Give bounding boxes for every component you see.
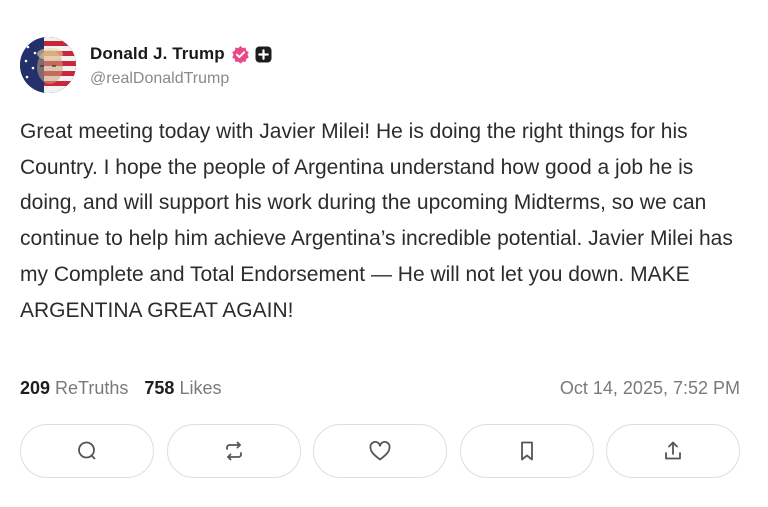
avatar[interactable] — [20, 37, 76, 93]
verified-badge-icon — [231, 45, 250, 64]
likes-label[interactable]: Likes — [179, 378, 221, 399]
engagement-stats: 209 ReTruths 758 Likes — [20, 378, 221, 399]
retruths-count[interactable]: 209 — [20, 378, 50, 399]
flag-portrait-avatar-icon — [20, 37, 76, 93]
post-text: Great meeting today with Javier Milei! H… — [20, 120, 733, 322]
user-handle[interactable]: @realDonaldTrump — [90, 70, 272, 88]
post-timestamp[interactable]: Oct 14, 2025, 7:52 PM — [560, 378, 740, 399]
like-button[interactable] — [313, 424, 447, 478]
author-identity: Donald J. Trump @realDonaldTrump — [90, 42, 272, 88]
repost-arrows-icon — [225, 441, 242, 461]
retruth-button[interactable] — [166, 424, 301, 478]
reply-button[interactable] — [20, 424, 154, 478]
post-card: Donald J. Trump @realDonaldTrump Great m… — [0, 0, 768, 507]
share-upload-icon — [665, 441, 681, 460]
plus-badge-icon — [255, 46, 272, 63]
reply-bubble-icon — [78, 441, 96, 460]
heart-icon — [369, 440, 391, 461]
share-button[interactable] — [606, 424, 740, 478]
likes-count[interactable]: 758 — [144, 378, 174, 399]
action-bar — [20, 424, 740, 480]
display-name[interactable]: Donald J. Trump — [90, 44, 225, 64]
bookmark-button[interactable] — [459, 424, 594, 478]
bookmark-icon — [520, 441, 533, 461]
name-row: Donald J. Trump — [90, 42, 272, 66]
retruths-label[interactable]: ReTruths — [55, 378, 128, 399]
post-header: Donald J. Trump @realDonaldTrump — [20, 36, 272, 94]
